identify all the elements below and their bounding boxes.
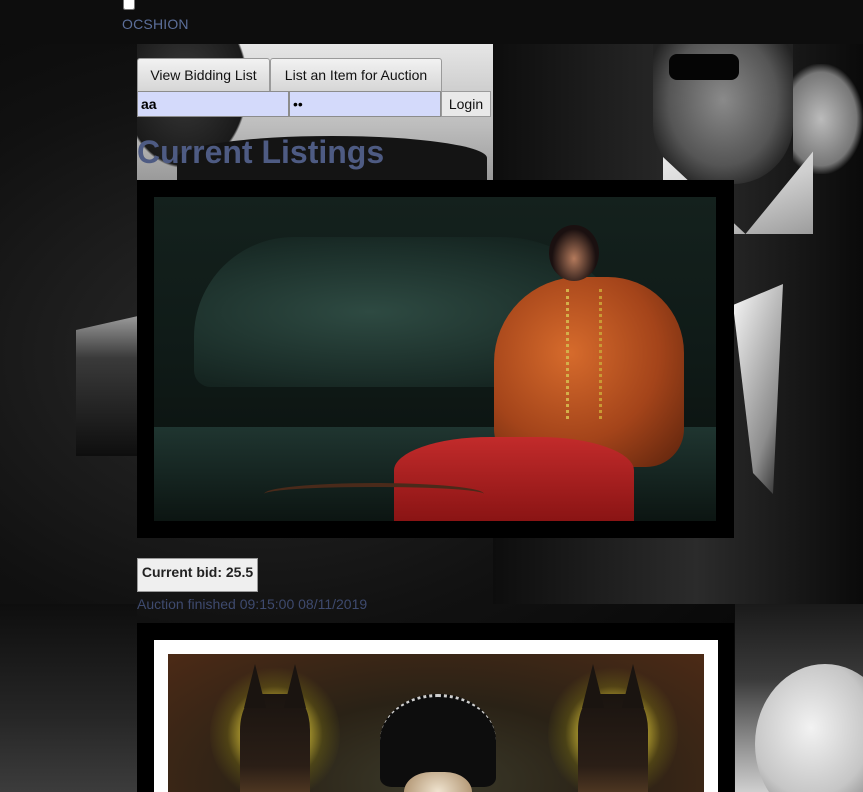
view-bidding-list-button[interactable]: View Bidding List: [137, 58, 270, 92]
auction-status-text: Auction finished 09:15:00 08/11/2019: [137, 596, 368, 612]
image-whip: [264, 483, 484, 505]
username-input[interactable]: [137, 91, 289, 117]
login-button[interactable]: Login: [441, 91, 491, 117]
nav-toggle-checkbox[interactable]: [122, 0, 136, 10]
page-title: Current Listings: [137, 134, 385, 170]
top-nav-bar: OCSHION: [0, 0, 863, 44]
image-figure-head: [549, 225, 599, 281]
main-content: View Bidding List List an Item for Aucti…: [0, 0, 863, 792]
image-painting: [168, 654, 704, 792]
listing-card[interactable]: [137, 623, 734, 792]
brand-logo[interactable]: OCSHION: [122, 16, 189, 32]
password-input[interactable]: [289, 91, 441, 117]
list-item-button[interactable]: List an Item for Auction: [270, 58, 442, 92]
listing-image[interactable]: [154, 197, 716, 521]
image-dog-right: [578, 664, 648, 792]
listing-card[interactable]: [137, 180, 734, 538]
current-bid-badge: Current bid: 25.5: [137, 558, 258, 592]
image-dog-left: [240, 664, 310, 792]
listing-image[interactable]: [154, 640, 718, 792]
image-necklace: [566, 289, 602, 419]
image-figure-skirt: [394, 437, 634, 521]
